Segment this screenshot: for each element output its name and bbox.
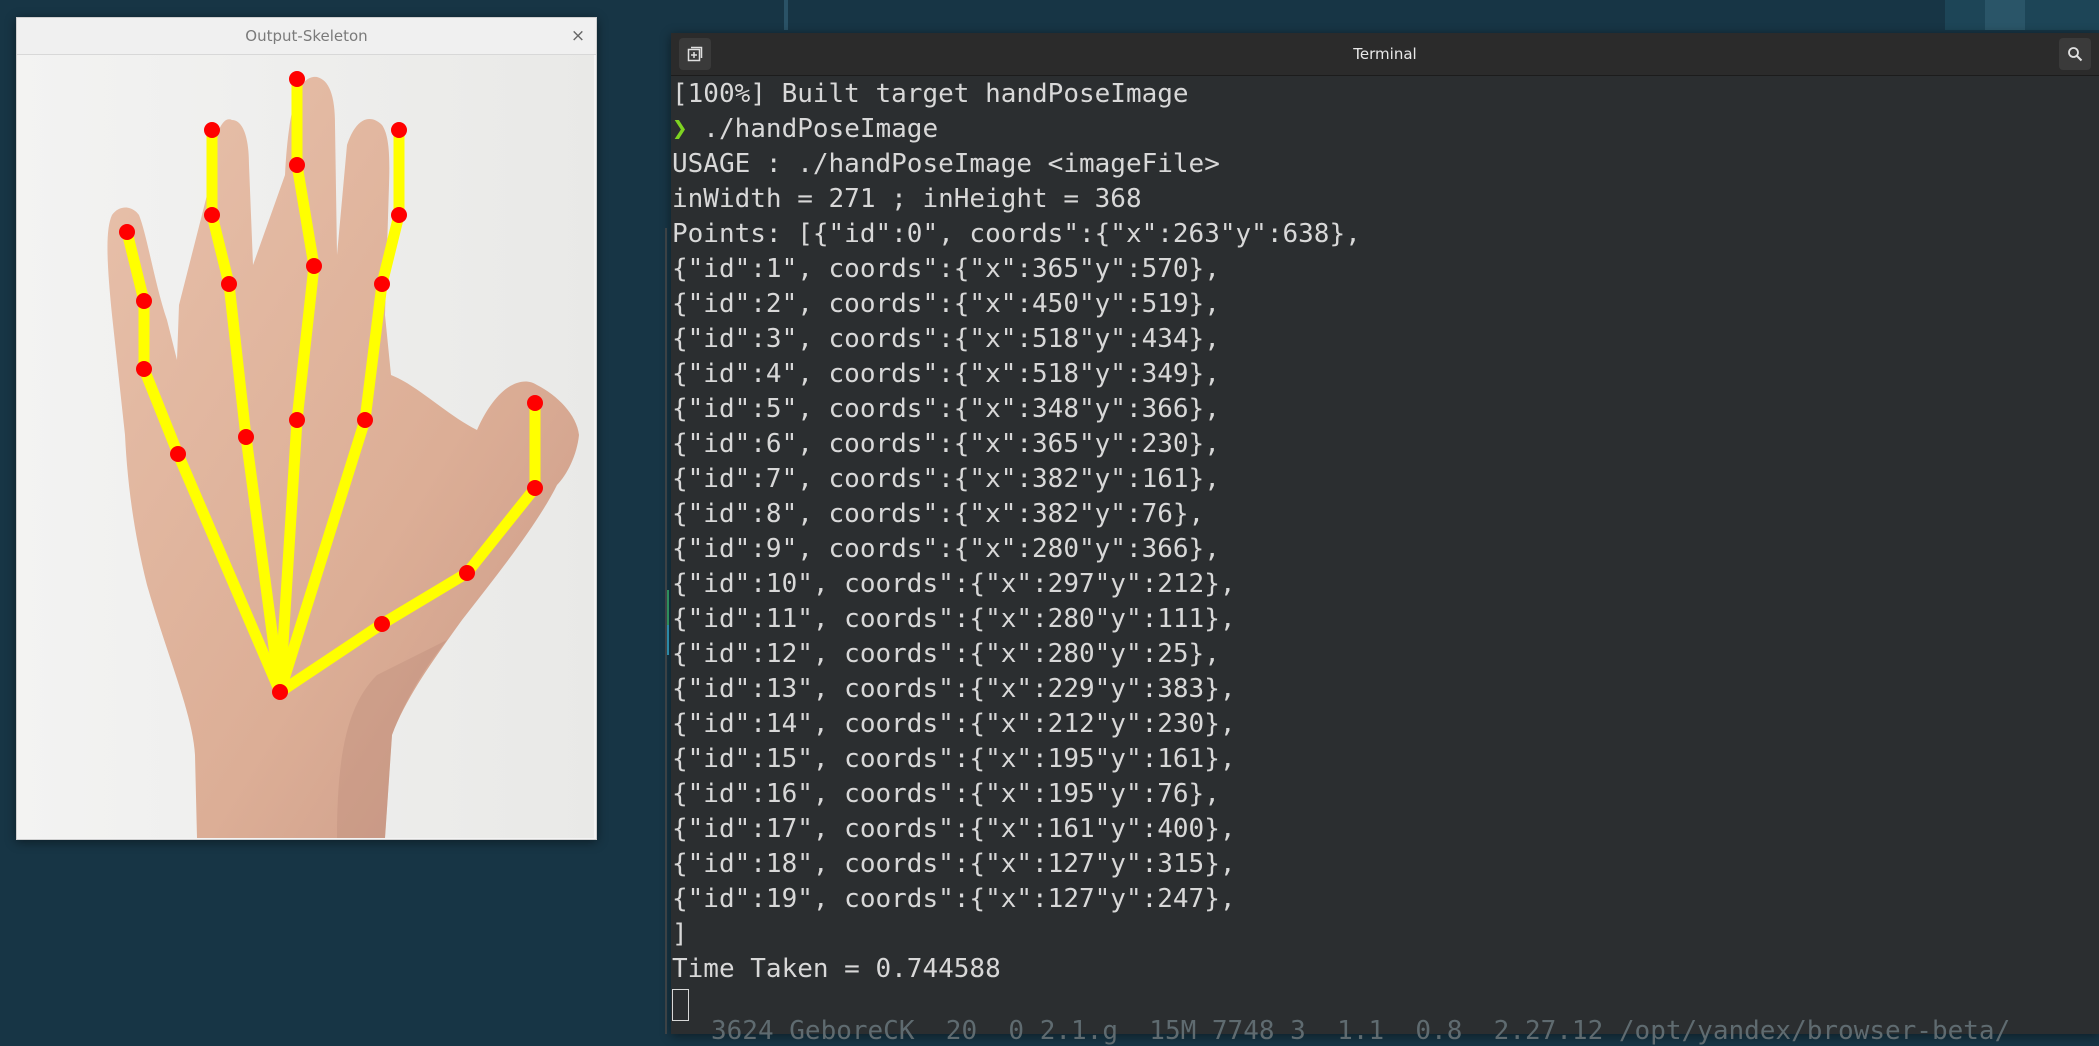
terminal-line: [100%] Built target handPoseImage [672, 77, 2099, 112]
terminal-line: {"id":19", coords":{"x":127"y":247}, [672, 882, 2099, 917]
terminal-line: Time Taken = 0.744588 [672, 952, 2099, 987]
terminal-line: {"id":5", coords":{"x":348"y":366}, [672, 392, 2099, 427]
terminal-line-text: Points: [{"id":0", coords":{"x":263"y":6… [672, 219, 1361, 249]
terminal-line: {"id":17", coords":{"x":161"y":400}, [672, 812, 2099, 847]
terminal-line-text: {"id":19", coords":{"x":127"y":247}, [672, 884, 1236, 914]
terminal-line-text: [100%] Built target handPoseImage [672, 79, 1189, 109]
desktop-panel-strip-accent [1985, 0, 2025, 30]
terminal-line: ] [672, 917, 2099, 952]
terminal-line: {"id":6", coords":{"x":365"y":230}, [672, 427, 2099, 462]
terminal-footer-text: 3624 GeboreCK 20 0 2.1.g 15M 7748 3 1.1 … [711, 1016, 2011, 1046]
terminal-line: {"id":4", coords":{"x":518"y":349}, [672, 357, 2099, 392]
terminal-line: {"id":10", coords":{"x":297"y":212}, [672, 567, 2099, 602]
skeleton-window-title: Output-Skeleton [245, 27, 368, 45]
keypoint-0 [272, 684, 288, 700]
terminal-line: {"id":12", coords":{"x":280"y":25}, [672, 637, 2099, 672]
terminal-line-text: {"id":1", coords":{"x":365"y":570}, [672, 254, 1220, 284]
terminal-line: {"id":2", coords":{"x":450"y":519}, [672, 287, 2099, 322]
keypoint-9 [289, 412, 305, 428]
terminal-line-text: {"id":14", coords":{"x":212"y":230}, [672, 709, 1236, 739]
terminal-line: {"id":8", coords":{"x":382"y":76}, [672, 497, 2099, 532]
hand-skeleton-image [17, 55, 594, 838]
keypoint-18 [136, 361, 152, 377]
terminal-line-text: inWidth = 271 ; inHeight = 368 [672, 184, 1142, 214]
terminal-line-text: {"id":2", coords":{"x":450"y":519}, [672, 289, 1220, 319]
skeleton-window[interactable]: Output-Skeleton × [16, 17, 597, 840]
terminal-cursor [672, 988, 689, 1021]
terminal-line-text: USAGE : ./handPoseImage <imageFile> [672, 149, 1220, 179]
terminal-line: {"id":1", coords":{"x":365"y":570}, [672, 252, 2099, 287]
terminal-line-text: {"id":8", coords":{"x":382"y":76}, [672, 499, 1205, 529]
keypoint-10 [306, 258, 322, 274]
terminal-line: {"id":3", coords":{"x":518"y":434}, [672, 322, 2099, 357]
search-icon [2068, 47, 2083, 62]
terminal-line-text: {"id":10", coords":{"x":297"y":212}, [672, 569, 1236, 599]
keypoint-14 [221, 276, 237, 292]
keypoint-19 [136, 293, 152, 309]
terminal-line-text: {"id":6", coords":{"x":365"y":230}, [672, 429, 1220, 459]
terminal-line: {"id":18", coords":{"x":127"y":315}, [672, 847, 2099, 882]
new-tab-icon [687, 46, 703, 62]
keypoint-20 [119, 224, 135, 240]
terminal-line: inWidth = 271 ; inHeight = 368 [672, 182, 2099, 217]
terminal-line: {"id":14", coords":{"x":212"y":230}, [672, 707, 2099, 742]
terminal-title: Terminal [1353, 45, 1417, 63]
terminal-line: {"id":16", coords":{"x":195"y":76}, [672, 777, 2099, 812]
terminal-line-text: ] [672, 919, 688, 949]
keypoint-11 [289, 157, 305, 173]
terminal-line-text: {"id":18", coords":{"x":127"y":315}, [672, 849, 1236, 879]
terminal-line-text: {"id":5", coords":{"x":348"y":366}, [672, 394, 1220, 424]
terminal-window[interactable]: Terminal [100%] Built target handPoseIma… [665, 33, 2099, 1046]
terminal-line: {"id":15", coords":{"x":195"y":161}, [672, 742, 2099, 777]
desktop-divider [784, 0, 788, 30]
new-tab-button[interactable] [679, 38, 711, 70]
terminal-line: ❯ ./handPoseImage [672, 112, 2099, 147]
scroll-edge [665, 228, 667, 1034]
search-button[interactable] [2059, 38, 2091, 70]
keypoint-1 [374, 616, 390, 632]
keypoint-6 [374, 276, 390, 292]
keypoint-7 [391, 207, 407, 223]
keypoint-8 [391, 122, 407, 138]
terminal-line-text: {"id":9", coords":{"x":280"y":366}, [672, 534, 1220, 564]
skeleton-window-titlebar[interactable]: Output-Skeleton × [17, 18, 596, 55]
terminal-line-text: {"id":13", coords":{"x":229"y":383}, [672, 674, 1236, 704]
terminal-line-text: {"id":11", coords":{"x":280"y":111}, [672, 604, 1236, 634]
terminal-line: Points: [{"id":0", coords":{"x":263"y":6… [672, 217, 2099, 252]
terminal-headerbar[interactable]: Terminal [671, 33, 2099, 76]
terminal-line: {"id":13", coords":{"x":229"y":383}, [672, 672, 2099, 707]
keypoint-15 [204, 207, 220, 223]
keypoint-12 [289, 71, 305, 87]
keypoint-17 [170, 446, 186, 462]
terminal-line-text: {"id":12", coords":{"x":280"y":25}, [672, 639, 1220, 669]
terminal-line-text: {"id":3", coords":{"x":518"y":434}, [672, 324, 1220, 354]
keypoint-13 [238, 429, 254, 445]
keypoint-5 [357, 412, 373, 428]
terminal-line-text: ./handPoseImage [687, 114, 939, 144]
terminal-line: {"id":11", coords":{"x":280"y":111}, [672, 602, 2099, 637]
terminal-line: {"id":9", coords":{"x":280"y":366}, [672, 532, 2099, 567]
terminal-line-text: Time Taken = 0.744588 [672, 954, 1001, 984]
terminal-line-text: {"id":17", coords":{"x":161"y":400}, [672, 814, 1236, 844]
terminal-line: {"id":7", coords":{"x":382"y":161}, [672, 462, 2099, 497]
terminal-line: USAGE : ./handPoseImage <imageFile> [672, 147, 2099, 182]
prompt-chevron-icon: ❯ [672, 114, 688, 144]
keypoint-4 [527, 395, 543, 411]
terminal-line-text: {"id":4", coords":{"x":518"y":349}, [672, 359, 1220, 389]
keypoint-2 [459, 565, 475, 581]
terminal-output[interactable]: [100%] Built target handPoseImage ❯ ./han… [672, 77, 2099, 1034]
keypoint-3 [527, 480, 543, 496]
close-icon[interactable]: × [568, 26, 588, 46]
terminal-line-text: {"id":7", coords":{"x":382"y":161}, [672, 464, 1220, 494]
terminal-line-text: {"id":16", coords":{"x":195"y":76}, [672, 779, 1220, 809]
keypoint-16 [204, 122, 220, 138]
terminal-line-text: {"id":15", coords":{"x":195"y":161}, [672, 744, 1236, 774]
